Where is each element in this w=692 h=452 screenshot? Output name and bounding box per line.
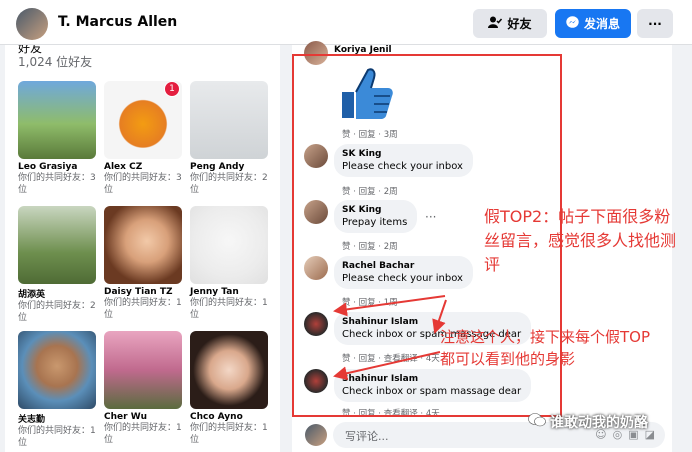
mutual-friends: 你们的共同好友：1 位 — [190, 423, 268, 445]
friend-card[interactable]: Jenny Tan 你们的共同好友：1 位 — [190, 206, 270, 321]
friend-name[interactable]: Cher Wu — [104, 412, 184, 422]
watermark-text: 谁敢动我的奶酪 — [550, 415, 648, 431]
friend-card[interactable]: Peng Andy 你们的共同好友：2 位 — [190, 81, 270, 196]
friend-check-icon — [488, 16, 503, 31]
mutual-friends: 你们的共同好友：1 位 — [104, 423, 182, 445]
friend-photo[interactable] — [190, 206, 268, 284]
friend-card[interactable]: Chco Ayno 你们的共同好友：1 位 — [190, 331, 270, 446]
mutual-friends: 你们的共同好友：2 位 — [190, 173, 268, 195]
friend-card[interactable]: 1 Alex CZ 你们的共同好友：3 位 — [104, 81, 184, 196]
watermark: 谁敢动我的奶酪 — [528, 412, 648, 432]
message-button-label: 发消息 — [583, 17, 620, 31]
friend-name[interactable]: Jenny Tan — [190, 287, 270, 297]
friend-photo[interactable] — [190, 81, 268, 159]
friend-name[interactable]: Peng Andy — [190, 162, 270, 172]
profile-name[interactable]: T. Marcus Allen — [58, 14, 177, 30]
friend-photo[interactable] — [18, 81, 96, 159]
friend-photo[interactable]: 1 — [104, 81, 182, 159]
message-button[interactable]: 发消息 — [555, 9, 631, 38]
annotation-bottom: 注意这个人，接下来每个假TOP都可以看到他的身影 — [440, 328, 651, 368]
mutual-friends: 你们的共同好友：1 位 — [104, 298, 182, 320]
friend-photo[interactable] — [18, 206, 96, 284]
profile-avatar[interactable] — [16, 8, 48, 40]
friend-name[interactable]: 关志勤 — [18, 412, 98, 425]
friends-button-label: 好友 — [507, 17, 532, 31]
friend-card[interactable]: Leo Grasiya 你们的共同好友：3 位 — [18, 81, 98, 196]
mutual-friends: 你们的共同好友：2 位 — [18, 301, 96, 323]
mutual-friends: 你们的共同好友：3 位 — [104, 173, 182, 195]
mutual-friends: 你们的共同好友：1 位 — [18, 426, 96, 448]
mutual-friends: 你们的共同好友：3 位 — [18, 173, 96, 195]
messenger-icon — [566, 15, 579, 32]
friend-card[interactable]: Daisy Tian TZ 你们的共同好友：1 位 — [104, 206, 184, 321]
friend-photo[interactable] — [104, 331, 182, 409]
friends-panel: 好友 1,024 位好友 Leo Grasiya 你们的共同好友：3 位 1 A… — [5, 45, 280, 452]
friend-photo[interactable] — [190, 331, 268, 409]
friend-photo[interactable] — [104, 206, 182, 284]
friend-name[interactable]: Leo Grasiya — [18, 162, 98, 172]
friend-name[interactable]: Daisy Tian TZ — [104, 287, 184, 297]
friend-card[interactable]: 胡添英 你们的共同好友：2 位 — [18, 206, 98, 324]
wechat-icon — [528, 413, 546, 431]
friend-photo[interactable] — [18, 331, 96, 409]
profile-header: T. Marcus Allen 好友 发消息 ··· — [0, 0, 692, 45]
mutual-friends: 你们的共同好友：1 位 — [190, 298, 268, 320]
more-options-button[interactable]: ··· — [637, 9, 673, 38]
composer-avatar — [305, 424, 327, 446]
notification-badge: 1 — [164, 81, 180, 97]
friends-count: 1,024 位好友 — [18, 55, 93, 69]
friend-card[interactable]: Cher Wu 你们的共同好友：1 位 — [104, 331, 184, 446]
friend-name[interactable]: Alex CZ — [104, 162, 184, 172]
friends-button[interactable]: 好友 — [473, 9, 547, 38]
friend-card[interactable]: 关志勤 你们的共同好友：1 位 — [18, 331, 98, 449]
friend-name[interactable]: Chco Ayno — [190, 412, 270, 422]
annotation-top: 假TOP2：帖子下面很多粉丝留言，感觉很多人找他测评 — [484, 207, 677, 274]
friend-name[interactable]: 胡添英 — [18, 287, 98, 300]
